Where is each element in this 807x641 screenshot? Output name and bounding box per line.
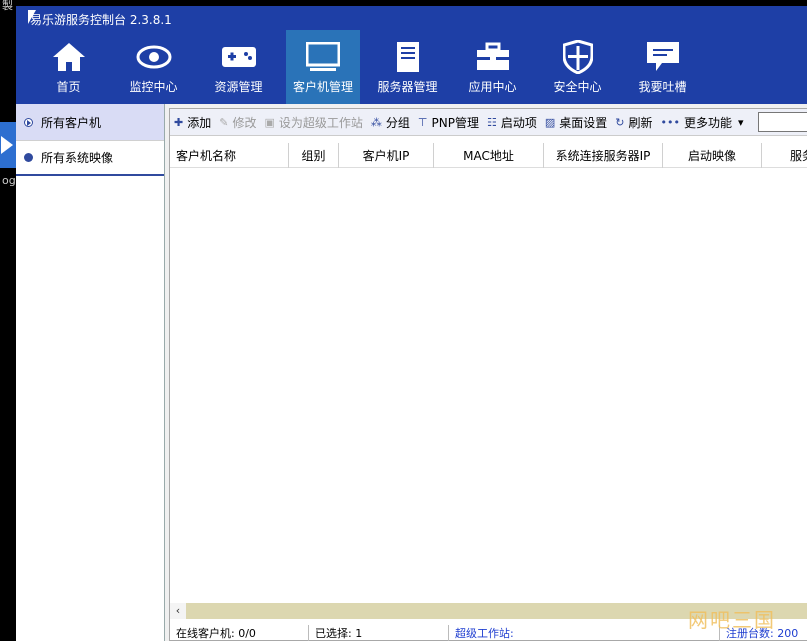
home-icon	[51, 40, 87, 74]
column-header[interactable]: 服务	[762, 143, 807, 168]
more-functions-button[interactable]: ••• 更多功能 ▾	[661, 114, 748, 131]
sidebar: 所有客户机 所有系统映像	[16, 104, 165, 641]
add-label: 添加	[187, 115, 212, 130]
refresh-button[interactable]: ↻ 刷新	[615, 114, 652, 131]
nav-app-center[interactable]: 应用中心	[450, 30, 535, 104]
search-input[interactable]	[757, 112, 807, 132]
nav-label: 监控中心	[129, 80, 178, 94]
nav-client-management[interactable]: 客户机管理	[286, 30, 360, 104]
nav-label: 服务器管理	[377, 80, 438, 94]
plus-icon: ✚	[174, 115, 184, 129]
nav-feedback[interactable]: 我要吐槽	[620, 30, 705, 104]
picture-icon: ▨	[544, 115, 556, 129]
refresh-label: 刷新	[628, 115, 653, 130]
column-header[interactable]: MAC地址	[434, 143, 544, 168]
server-icon	[390, 40, 426, 74]
client-panel: ✚ 添加 ✎ 修改 ▣ 设为超级工作站 ⁂ 分组 ⊤ PNP管理 ☷ 启动项 ▨ 桌面设置 ↻…	[169, 108, 807, 641]
feedback-icon	[645, 40, 681, 74]
toolbar: ✚ 添加 ✎ 修改 ▣ 设为超级工作站 ⁂ 分组 ⊤ PNP管理 ☷ 启动项 ▨ 桌面设置 ↻…	[170, 109, 807, 136]
sidebar-item-all-clients[interactable]: 所有客户机	[16, 104, 164, 140]
nav-label: 我要吐槽	[638, 80, 687, 94]
dot-bullet-icon	[24, 153, 33, 162]
toolbox-icon	[475, 40, 511, 74]
scroll-left-icon[interactable]: ‹	[170, 603, 186, 619]
more-label: 更多功能	[683, 115, 732, 130]
edit-button[interactable]: ✎ 修改	[219, 114, 256, 131]
group-icon: ⁂	[370, 115, 382, 129]
app-header: 易乐游服务控制台 2.3.8.1 首页 监控中心 资源管理 客户机管理 服务器管…	[16, 6, 807, 104]
desktop-edge	[0, 0, 16, 641]
nav-label: 安全中心	[553, 80, 602, 94]
column-header[interactable]: 客户机IP	[339, 143, 434, 168]
super-ws-label: 设为超级工作站	[278, 115, 363, 130]
nav-server-management[interactable]: 服务器管理	[365, 30, 450, 104]
nav-label: 客户机管理	[292, 80, 353, 94]
super-workstation-status: 超级工作站:	[449, 625, 720, 641]
edit-label: 修改	[232, 115, 257, 130]
sidebar-item-label: 所有客户机	[41, 115, 102, 130]
set-super-workstation-button[interactable]: ▣ 设为超级工作站	[264, 114, 362, 131]
column-header[interactable]: 启动映像	[663, 143, 762, 168]
workstation-icon: ▣	[264, 115, 275, 129]
boot-items-label: 启动项	[500, 115, 537, 130]
desktop-icon-label: og	[2, 174, 16, 187]
app-window: 易乐游服务控制台 2.3.8.1 首页 监控中心 资源管理 客户机管理 服务器管…	[16, 6, 807, 641]
gamepad-icon	[221, 40, 257, 74]
nav-resources[interactable]: 资源管理	[196, 30, 281, 104]
dropdown-caret-icon: ▾	[737, 115, 744, 129]
column-header[interactable]: 客户机名称	[170, 143, 289, 168]
add-button[interactable]: ✚ 添加	[174, 114, 211, 131]
desktop-settings-label: 桌面设置	[559, 115, 608, 130]
shield-icon	[560, 40, 596, 74]
more-dots-icon: •••	[660, 115, 680, 129]
selected-count-status: 已选择: 1	[309, 625, 449, 641]
sidebar-item-all-images[interactable]: 所有系统映像	[16, 140, 164, 176]
boot-items-button[interactable]: ☷ 启动项	[487, 114, 537, 131]
nav-monitor[interactable]: 监控中心	[111, 30, 196, 104]
plug-icon: ⊤	[417, 115, 428, 129]
nav-label: 应用中心	[468, 80, 517, 94]
arrow-bullet-icon	[24, 117, 33, 127]
nav-label: 资源管理	[214, 80, 263, 94]
desktop-play-icon[interactable]	[0, 122, 16, 168]
sidebar-item-label: 所有系统映像	[41, 151, 114, 165]
eye-icon	[136, 40, 172, 74]
monitor-icon	[305, 40, 341, 74]
watermark-logo: 网吧三国	[688, 608, 776, 632]
main-nav: 首页 监控中心 资源管理 客户机管理 服务器管理 应用中心 安全中心 我要吐槽	[26, 30, 705, 104]
desktop-settings-button[interactable]: ▨ 桌面设置	[545, 114, 607, 131]
refresh-icon: ↻	[615, 115, 625, 129]
column-header[interactable]: 系统连接服务器IP	[544, 143, 663, 168]
app-title: 易乐游服务控制台 2.3.8.1	[30, 13, 172, 27]
online-clients-status: 在线客户机: 0/0	[170, 625, 309, 641]
list-icon: ☷	[486, 115, 497, 129]
nav-home[interactable]: 首页	[26, 30, 111, 104]
pnp-label: PNP管理	[431, 115, 479, 130]
pencil-icon: ✎	[219, 115, 229, 129]
column-header[interactable]: 组别	[289, 143, 339, 168]
nav-security-center[interactable]: 安全中心	[535, 30, 620, 104]
group-button[interactable]: ⁂ 分组	[371, 114, 410, 131]
table-header: 客户机名称 组别 客户机IP MAC地址 系统连接服务器IP 启动映像 服务	[170, 143, 807, 168]
group-label: 分组	[385, 115, 410, 130]
desktop-corner-text: 製	[2, 0, 13, 12]
pnp-button[interactable]: ⊤ PNP管理	[418, 114, 479, 131]
nav-label: 首页	[56, 80, 81, 94]
